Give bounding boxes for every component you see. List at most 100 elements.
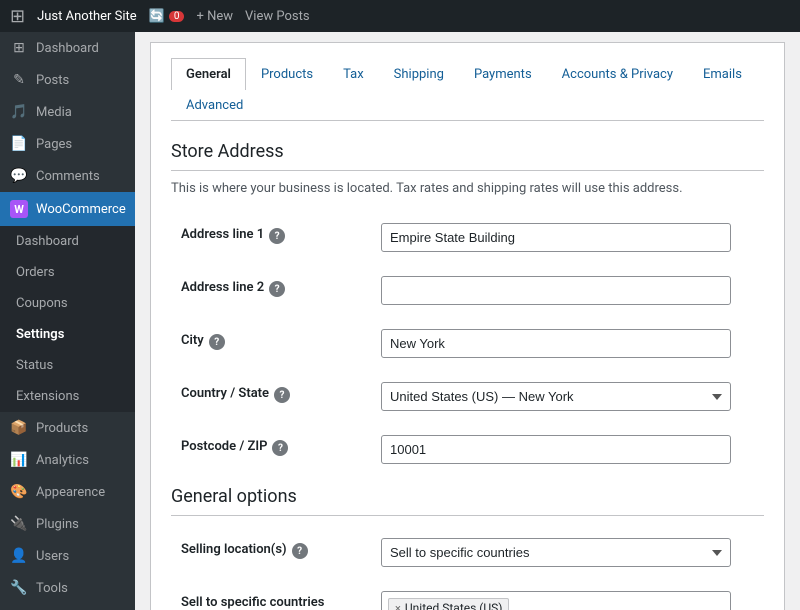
sell-to-countries-label: Sell to specific countries (181, 595, 324, 610)
tab-accounts-privacy[interactable]: Accounts & Privacy (547, 58, 688, 90)
general-options-form: Selling location(s) ? Sell to specific c… (171, 526, 764, 610)
sell-to-countries-row: Sell to specific countries × United Stat… (171, 579, 764, 610)
sidebar-label: Pages (36, 137, 72, 152)
sidebar-item-appearance[interactable]: 🎨 Appearence (0, 476, 135, 508)
address2-label: Address line 2 (181, 280, 264, 295)
sidebar-label: Media (36, 105, 72, 120)
tab-advanced[interactable]: Advanced (171, 89, 258, 121)
selling-locations-label: Selling location(s) (181, 542, 287, 557)
submenu-label: Extensions (16, 389, 79, 404)
new-item[interactable]: + New (196, 9, 233, 24)
address1-row: Address line 1 ? (171, 211, 764, 264)
sidebar-item-plugins[interactable]: 🔌 Plugins (0, 508, 135, 540)
sidebar-item-comments[interactable]: 💬 Comments (0, 160, 135, 192)
submenu-label: Settings (16, 327, 64, 342)
store-address-form: Address line 1 ? Address line 2 ? (171, 211, 764, 476)
admin-bar: ⊞ Just Another Site 🔄 0 + New View Posts (0, 0, 800, 32)
sidebar-item-pages[interactable]: 📄 Pages (0, 128, 135, 160)
country-row: Country / State ? United States (US) — N… (171, 370, 764, 423)
pages-icon: 📄 (10, 136, 28, 152)
sidebar-item-posts[interactable]: ✎ Posts (0, 64, 135, 96)
address2-row: Address line 2 ? (171, 264, 764, 317)
sidebar-item-users[interactable]: 👤 Users (0, 540, 135, 572)
woo-label: WooCommerce (36, 202, 126, 217)
updates-count: 0 (169, 11, 185, 22)
sidebar-label: Dashboard (36, 41, 99, 56)
postcode-label: Postcode / ZIP (181, 439, 267, 454)
tag-remove-us[interactable]: × (395, 602, 401, 610)
tab-general[interactable]: General (171, 58, 246, 90)
content-area: General Products Tax Shipping Payments A… (150, 42, 785, 610)
city-row: City ? (171, 317, 764, 370)
general-options-title: General options (171, 486, 764, 516)
analytics-icon: 📊 (10, 452, 28, 468)
sidebar-item-status[interactable]: Status (0, 350, 135, 381)
tab-tax[interactable]: Tax (328, 58, 379, 90)
address2-help-icon[interactable]: ? (269, 281, 285, 297)
country-select[interactable]: United States (US) — New York (381, 382, 731, 411)
sidebar-label: Products (36, 421, 88, 436)
sidebar: ⊞ Dashboard ✎ Posts 🎵 Media 📄 Pages 💬 Co… (0, 32, 135, 610)
submenu-label: Dashboard (16, 234, 79, 249)
submenu-label: Coupons (16, 296, 68, 311)
store-address-title: Store Address (171, 141, 764, 171)
selling-locations-help-icon[interactable]: ? (292, 543, 308, 559)
new-label: + New (196, 9, 233, 24)
sidebar-label: Posts (36, 73, 69, 88)
address1-input[interactable] (381, 223, 731, 252)
sidebar-item-woocommerce[interactable]: W WooCommerce (0, 192, 135, 226)
posts-icon: ✎ (10, 72, 28, 88)
sidebar-item-products[interactable]: 📦 Products (0, 412, 135, 444)
sidebar-label: Analytics (36, 453, 89, 468)
postcode-input[interactable] (381, 435, 731, 464)
tag-label: United States (US) (405, 601, 503, 610)
sidebar-item-woo-dashboard[interactable]: Dashboard (0, 226, 135, 257)
city-input[interactable] (381, 329, 731, 358)
main-content: General Products Tax Shipping Payments A… (135, 32, 800, 610)
wp-logo-icon[interactable]: ⊞ (10, 6, 25, 27)
selling-locations-select[interactable]: Sell to specific countries (381, 538, 731, 567)
sidebar-item-coupons[interactable]: Coupons (0, 288, 135, 319)
postcode-help-icon[interactable]: ? (272, 440, 288, 456)
store-address-desc: This is where your business is located. … (171, 181, 764, 196)
tab-products[interactable]: Products (246, 58, 328, 90)
updates-item[interactable]: 🔄 0 (149, 9, 185, 24)
sidebar-label: Comments (36, 169, 100, 184)
sidebar-item-dashboard[interactable]: ⊞ Dashboard (0, 32, 135, 64)
sidebar-item-tools[interactable]: 🔧 Tools (0, 572, 135, 604)
sidebar-label: Appearence (36, 485, 105, 500)
sidebar-item-analytics[interactable]: 📊 Analytics (0, 444, 135, 476)
users-icon: 👤 (10, 548, 28, 564)
sidebar-label: Users (36, 549, 69, 564)
sidebar-item-extensions[interactable]: Extensions (0, 381, 135, 412)
appearance-icon: 🎨 (10, 484, 28, 500)
sidebar-item-orders[interactable]: Orders (0, 257, 135, 288)
submenu-label: Status (16, 358, 53, 373)
view-posts-item[interactable]: View Posts (245, 9, 310, 24)
selling-locations-row: Selling location(s) ? Sell to specific c… (171, 526, 764, 579)
postcode-row: Postcode / ZIP ? (171, 423, 764, 476)
address1-help-icon[interactable]: ? (269, 228, 285, 244)
site-name-text: Just Another Site (37, 9, 137, 24)
address1-label: Address line 1 (181, 227, 264, 242)
dashboard-icon: ⊞ (10, 40, 28, 56)
sidebar-item-settings-main[interactable]: ⚙ Settings (0, 604, 135, 610)
sidebar-item-settings[interactable]: Settings (0, 319, 135, 350)
woo-icon: W (10, 200, 28, 218)
tab-shipping[interactable]: Shipping (379, 58, 459, 90)
address2-input[interactable] (381, 276, 731, 305)
country-tag-us: × United States (US) (388, 598, 509, 610)
sidebar-label: Plugins (36, 517, 79, 532)
country-label: Country / State (181, 386, 269, 401)
city-help-icon[interactable]: ? (209, 334, 225, 350)
country-help-icon[interactable]: ? (274, 387, 290, 403)
comments-icon: 💬 (10, 168, 28, 184)
countries-tag-select[interactable]: × United States (US) (381, 591, 731, 610)
sidebar-item-media[interactable]: 🎵 Media (0, 96, 135, 128)
site-name[interactable]: Just Another Site (37, 9, 137, 24)
media-icon: 🎵 (10, 104, 28, 120)
sidebar-label: Tools (36, 581, 68, 596)
tab-payments[interactable]: Payments (459, 58, 547, 90)
woo-submenu: Dashboard Orders Coupons Settings Status… (0, 226, 135, 412)
tab-emails[interactable]: Emails (688, 58, 757, 90)
